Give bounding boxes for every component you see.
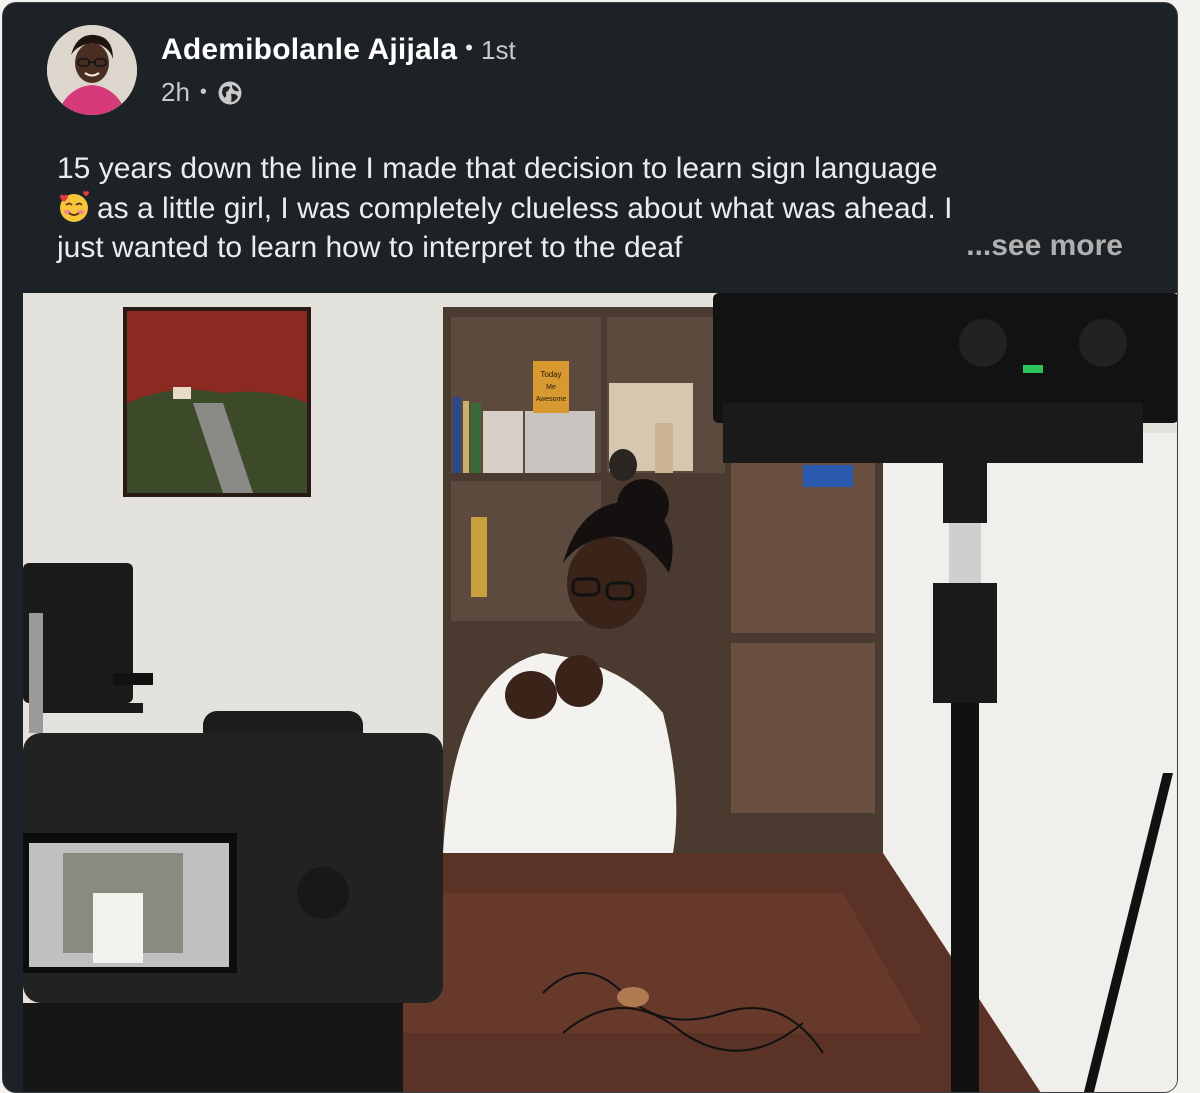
author-name[interactable]: Ademibolanle Ajijala xyxy=(161,33,457,66)
book-title-2: Me xyxy=(546,384,556,391)
feed-post: Ademibolanle Ajijala • 1st 2h • 15 years d… xyxy=(2,2,1178,1093)
post-text-line-2: as a little girl, I was completely cluel… xyxy=(57,189,1137,229)
book-title-3: Awesome xyxy=(536,396,567,403)
profile-photo xyxy=(47,25,137,115)
author-avatar[interactable] xyxy=(47,25,137,115)
wall-painting xyxy=(123,307,311,497)
globe-icon xyxy=(217,80,243,106)
smiling-face-with-hearts-icon xyxy=(57,190,91,224)
post-text-line-1: 15 years down the line I made that decis… xyxy=(57,152,938,185)
post-timestamp: 2h xyxy=(161,77,190,107)
see-more-link[interactable]: ...see more xyxy=(966,229,1123,263)
post-header: Ademibolanle Ajijala • 1st 2h • xyxy=(47,25,1047,117)
book-title-1: Today xyxy=(540,370,561,379)
meta-separator: • xyxy=(199,81,207,103)
name-separator: • xyxy=(465,35,473,60)
connection-degree: 1st xyxy=(481,35,516,65)
post-text-line-2-text: as a little girl, I was completely cluel… xyxy=(97,191,953,225)
camera xyxy=(23,711,443,1092)
post-image[interactable]: Today Me Awesome xyxy=(23,293,1177,1092)
post-photo: Today Me Awesome xyxy=(23,293,1177,1092)
